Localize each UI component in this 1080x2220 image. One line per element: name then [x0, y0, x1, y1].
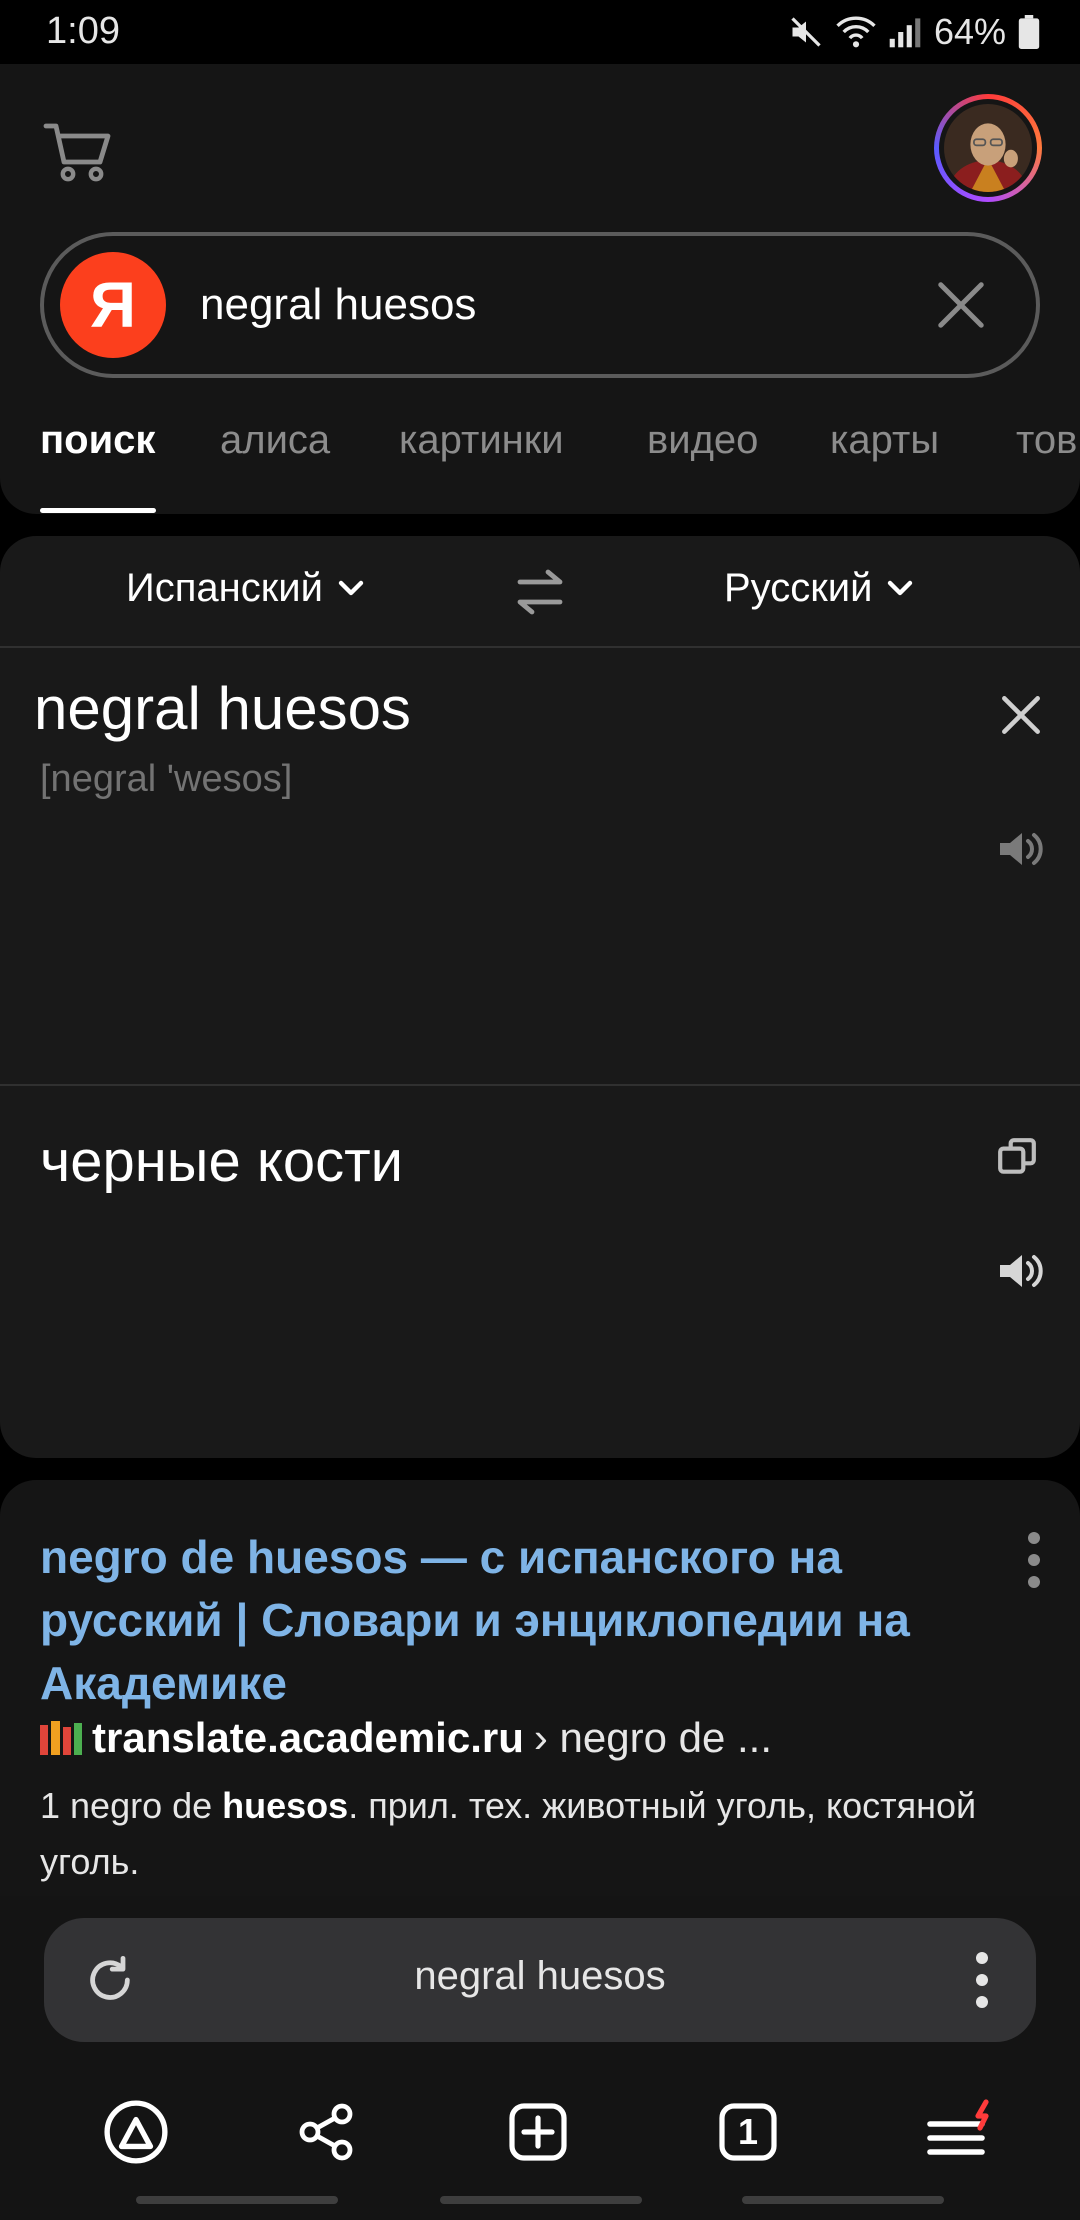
speaker-icon[interactable] [996, 826, 1048, 872]
result-domain: translate.academic.ru [92, 1714, 524, 1761]
alice-button[interactable] [88, 2084, 184, 2180]
gesture-bar-left [136, 2196, 338, 2204]
menu-button[interactable] [912, 2084, 1008, 2180]
result-title-link[interactable]: negro de huesos — с испанского на русски… [40, 1526, 1000, 1715]
close-icon[interactable] [996, 690, 1046, 740]
transliteration: [negral 'wesos] [40, 758, 293, 800]
more-vert-icon[interactable] [976, 1952, 988, 2008]
browser-toolbar: 1 [0, 2084, 1080, 2180]
source-language-select[interactable]: Испанский [126, 566, 365, 611]
mute-icon [791, 17, 821, 47]
swap-icon[interactable] [512, 566, 568, 618]
share-button[interactable] [278, 2084, 374, 2180]
translation-text: черные кости [40, 1129, 404, 1194]
yandex-logo[interactable]: Я [60, 252, 166, 358]
tab-maps[interactable]: карты [830, 418, 939, 463]
signal-icon [889, 18, 921, 48]
copy-icon[interactable] [996, 1136, 1038, 1178]
divider [0, 1084, 1080, 1086]
browser-bottom-bar: negral huesos 1 [0, 1896, 1080, 2220]
wifi-icon [836, 16, 876, 48]
tab-count: 1 [737, 2111, 759, 2152]
status-time: 1:09 [46, 10, 120, 52]
site-favicon [40, 1721, 82, 1755]
avatar[interactable] [934, 94, 1042, 221]
active-tab-indicator [40, 508, 156, 513]
tabs-button[interactable]: 1 [700, 2084, 796, 2180]
more-vert-icon[interactable] [1022, 1530, 1046, 1590]
menu-icon [927, 2099, 989, 2155]
new-tab-button[interactable] [490, 2084, 586, 2180]
nav-tabs: поиск алиса картинки видео карты тов [0, 418, 1080, 514]
search-result: negro de huesos — с испанского на русски… [0, 1480, 1080, 1900]
result-source[interactable]: translate.academic.ru › negro de ... [40, 1714, 772, 1762]
new-tab-icon [509, 2103, 567, 2161]
tab-images[interactable]: картинки [399, 418, 564, 463]
share-icon [299, 2103, 353, 2161]
result-path: › negro de ... [533, 1714, 773, 1761]
search-header: Я negral huesos поиск алиса картинки вид… [0, 64, 1080, 514]
result-snippet: 1 negro de huesos. прил. тех. животный у… [40, 1778, 1040, 1890]
chevron-down-icon [338, 580, 364, 595]
tab-search[interactable]: поиск [40, 418, 155, 463]
language-bar: Испанский Русский [0, 536, 1080, 648]
battery-percent: 64% [933, 11, 1006, 52]
close-icon[interactable] [934, 278, 988, 332]
search-input[interactable]: negral huesos [200, 280, 476, 330]
source-language-label: Испанский [126, 566, 323, 610]
address-bar[interactable]: negral huesos [44, 1918, 1036, 2042]
snippet-prefix: 1 negro de [40, 1785, 223, 1826]
address-text[interactable]: negral huesos [44, 1954, 1036, 1999]
translator-widget: Испанский Русский negral huesos [negral … [0, 536, 1080, 1458]
alice-icon [104, 2100, 168, 2164]
gesture-bar-right [742, 2196, 944, 2204]
speaker-icon[interactable] [996, 1248, 1048, 1294]
target-language-label: Русский [724, 566, 873, 610]
gesture-bar-center [440, 2196, 642, 2204]
chevron-down-icon [888, 580, 913, 595]
snippet-highlight: huesos [222, 1785, 349, 1826]
cart-icon[interactable] [40, 110, 120, 190]
target-language-select[interactable]: Русский [724, 566, 914, 611]
status-bar: 1:09 64% [0, 0, 1080, 64]
tab-alice[interactable]: алиса [220, 418, 330, 463]
tab-video[interactable]: видео [647, 418, 758, 463]
battery-icon [1018, 15, 1040, 49]
tab-products[interactable]: тов [1016, 418, 1077, 463]
status-icons: 64% [788, 8, 1040, 56]
search-box[interactable]: Я negral huesos [40, 232, 1040, 378]
avatar-photo [944, 104, 1032, 221]
source-text[interactable]: negral huesos [34, 674, 411, 743]
